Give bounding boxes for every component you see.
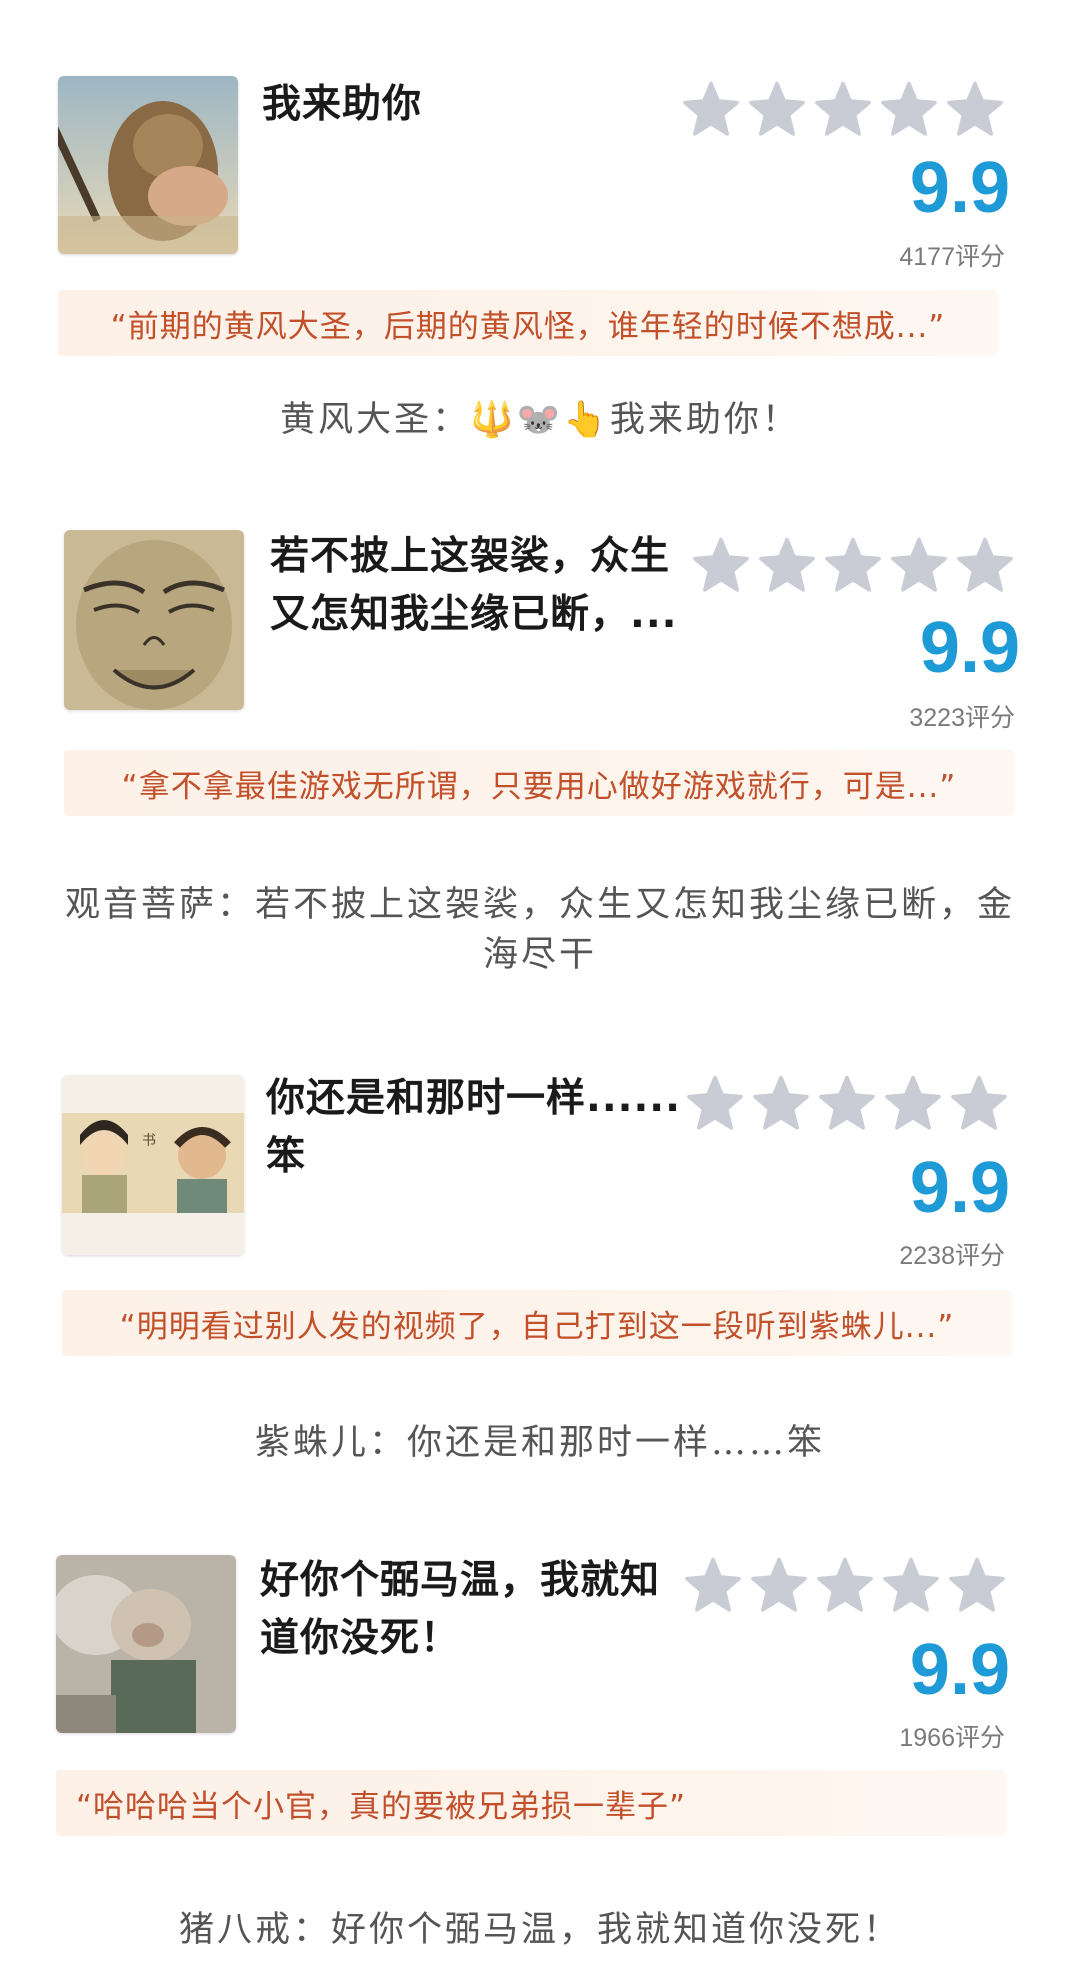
score-value: 9.9: [909, 1630, 1010, 1710]
zhu-bajie-thumbnail[interactable]: [56, 1555, 236, 1733]
star-icon: [816, 1556, 874, 1614]
rating-card-4[interactable]: 好你个弼马温，我就知 道你没死！ 9.9 1966评分 “哈哈哈当个小官，真的要…: [0, 0, 1080, 1970]
card-title: 好你个弼马温，我就知 道你没死！: [260, 1552, 680, 1668]
star-icon: [948, 1556, 1006, 1614]
star-rating: [684, 1556, 1006, 1614]
star-icon: [684, 1556, 742, 1614]
quote-bar: “哈哈哈当个小官，真的要被兄弟损一辈子”: [56, 1770, 1006, 1836]
rating-count: 1966评分: [899, 1724, 1005, 1752]
star-icon: [750, 1556, 808, 1614]
card-caption: 猪八戒：好你个弼马温，我就知道你没死！: [178, 1910, 901, 1950]
card-title-line: 好你个弼马温，我就知: [260, 1558, 661, 1603]
card-title-line: 道你没死！: [260, 1616, 461, 1661]
star-icon: [882, 1556, 940, 1614]
